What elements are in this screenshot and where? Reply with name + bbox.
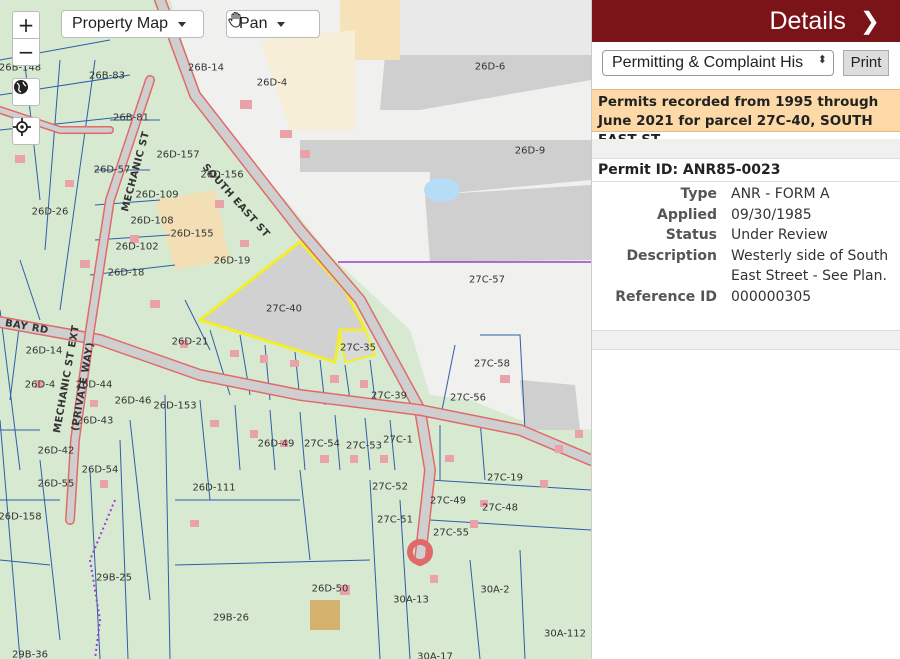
caret-down-icon <box>277 21 286 27</box>
permit-notice: Permits recorded from 1995 through June … <box>592 89 900 148</box>
field-value: Under Review <box>731 227 828 243</box>
field-label: Reference ID <box>615 288 717 305</box>
field-label: Type <box>680 186 717 202</box>
field-label: Applied <box>657 206 717 223</box>
details-panel: Details ❯ Permitting & Complaint His ⬍ P… <box>591 0 900 659</box>
field-value: ANR - FORM A <box>731 186 830 202</box>
section-divider <box>592 139 900 158</box>
globe-icon <box>14 80 28 94</box>
report-select-value: Permitting & Complaint His <box>612 54 804 71</box>
tool-dropdown[interactable]: Pan <box>226 10 320 38</box>
locate-button[interactable] <box>12 117 40 145</box>
permit-field-status: Status Under Review <box>592 225 900 246</box>
layer-dropdown-label: Property Map <box>72 15 169 32</box>
details-header[interactable]: Details ❯ <box>592 0 900 42</box>
field-label: Status <box>665 227 717 243</box>
permit-field-type: Type ANR - FORM A <box>592 184 900 205</box>
report-select[interactable]: Permitting & Complaint His ⬍ <box>602 50 834 76</box>
permit-record: Permit ID: ANR85-0023 Type ANR - FORM A A… <box>592 158 900 307</box>
chevron-right-icon[interactable]: ❯ <box>860 7 880 36</box>
permit-field-description: Description Westerly side of South East S… <box>592 246 900 287</box>
field-value: 09/30/1985 <box>731 206 812 223</box>
details-title: Details <box>769 6 846 35</box>
permit-id: Permit ID: ANR85-0023 <box>592 158 900 182</box>
field-label: Description <box>626 247 717 264</box>
zoom-out-button[interactable]: − <box>12 38 40 66</box>
section-divider <box>592 330 900 350</box>
layer-dropdown[interactable]: Property Map <box>61 10 204 38</box>
globe-button[interactable] <box>12 78 40 106</box>
field-value: 000000305 <box>731 288 812 305</box>
permit-field-reference-id: Reference ID 000000305 <box>592 287 900 308</box>
caret-down-icon <box>178 21 187 27</box>
map-canvas[interactable] <box>0 0 591 659</box>
print-button[interactable]: Print <box>843 50 889 76</box>
updown-chevron-icon: ⬍ <box>817 54 827 66</box>
details-toolbar: Permitting & Complaint His ⬍ Print <box>592 42 900 88</box>
crosshair-icon <box>13 118 31 136</box>
field-value: Westerly side of South East Street - See… <box>731 247 889 285</box>
permit-field-applied: Applied 09/30/1985 <box>592 205 900 226</box>
hand-icon <box>228 11 241 28</box>
property-map[interactable]: 26B-148 26B-83 26B-14 26D-4 26D-6 26B-81 26D-1… <box>0 0 591 659</box>
zoom-in-button[interactable]: + <box>12 11 40 39</box>
